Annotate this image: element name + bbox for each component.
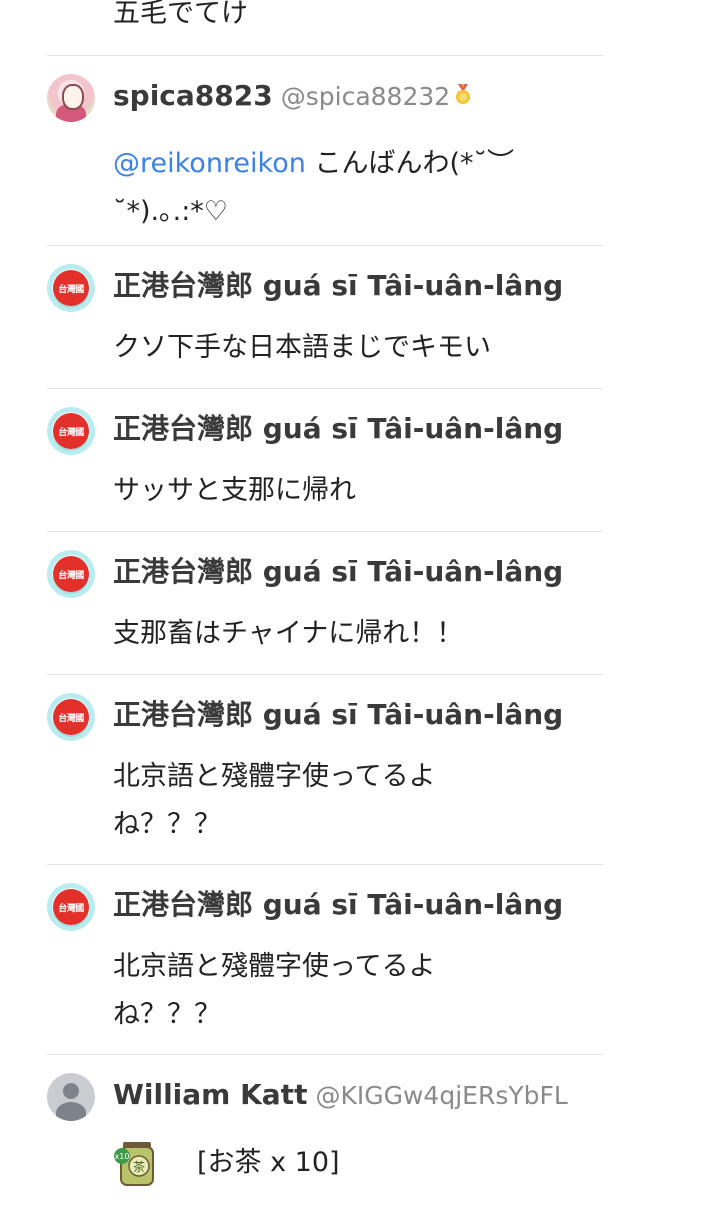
comment-item-partial: 五毛でてけ [47,0,603,56]
comment-item: 台灣國 正港台灣郎 guá sī Tâi-uân-lâng 支那畜はチャイナに帰… [47,532,603,675]
avatar-label: 台灣國 [58,427,84,438]
display-name[interactable]: 正港台灣郎 guá sī Tâi-uân-lâng [113,555,563,588]
comment-header: 正港台灣郎 guá sī Tâi-uân-lâng [113,693,603,737]
display-name[interactable]: 正港台灣郎 guá sī Tâi-uân-lâng [113,888,563,921]
avatar[interactable]: 台灣國 [47,693,95,741]
avatar-label: 台灣國 [58,570,84,581]
avatar[interactable]: 台灣國 [47,550,95,598]
comment-item: spica8823 @spica88232 @reikonreikon こんばんわ… [47,56,603,246]
comment-text: サッサと支那に帰れ [113,475,356,506]
display-name[interactable]: 正港台灣郎 guá sī Tâi-uân-lâng [113,269,563,302]
comment-header: William Katt @KIGGw4qjERsYbFL [113,1073,603,1118]
comment-header: 正港台灣郎 guá sī Tâi-uân-lâng [113,883,603,927]
display-name[interactable]: 正港台灣郎 guá sī Tâi-uân-lâng [113,412,563,445]
gift-text: [お茶 x 10] [197,1147,340,1178]
display-name[interactable]: William Katt [113,1078,307,1111]
default-avatar-icon[interactable] [47,1073,95,1121]
user-handle[interactable]: @spica88232 [281,82,450,111]
comment-text: 五毛でてけ [113,0,248,29]
comment-item: 台灣國 正港台灣郎 guá sī Tâi-uân-lâng サッサと支那に帰れ [47,389,603,532]
svg-text:茶: 茶 [133,1159,145,1174]
comment-text: クソ下手な日本語まじでキモい [113,332,491,363]
comment-item: William Katt @KIGGw4qjERsYbFL 茶 x10 [お茶 x… [47,1055,603,1215]
gift-message: 茶 x10 [お茶 x 10] [113,1137,340,1189]
comment-item: 台灣國 正港台灣郎 guá sī Tâi-uân-lâng クソ下手な日本語まじ… [47,246,603,389]
comment-header: 正港台灣郎 guá sī Tâi-uân-lâng [113,407,603,451]
comment-item: 台灣國 正港台灣郎 guá sī Tâi-uân-lâng 北京語と殘體字使って… [47,865,603,1055]
medal-badge-icon [456,84,471,104]
avatar[interactable] [47,74,95,122]
avatar[interactable]: 台灣國 [47,264,95,312]
comment-header: 正港台灣郎 guá sī Tâi-uân-lâng [113,550,603,594]
tea-gift-icon: 茶 x10 [114,1142,154,1186]
avatar-label: 台灣國 [58,284,84,295]
avatar-label: 台灣國 [58,713,84,724]
user-handle[interactable]: @KIGGw4qjERsYbFL [315,1081,567,1110]
comment-text: @reikonreikon こんばんわ(*˘︶ ˘*).｡.:*♡ [113,148,514,227]
comment-header: spica8823 @spica88232 [113,74,603,119]
mention-link[interactable]: @reikonreikon [113,148,306,179]
gift-count-badge: x10 [115,1152,130,1161]
comment-text: 北京語と殘體字使ってるよ ね？？？ [113,951,436,1030]
display-name[interactable]: 正港台灣郎 guá sī Tâi-uân-lâng [113,698,563,731]
comment-feed: 五毛でてけ spica8823 @spica88232 @reikonreikon… [47,0,603,1215]
display-name[interactable]: spica8823 [113,79,273,112]
avatar-label: 台灣國 [58,903,84,914]
comment-text: 支那畜はチャイナに帰れ！！ [113,618,464,649]
comment-header: 正港台灣郎 guá sī Tâi-uân-lâng [113,264,603,308]
comment-text: 北京語と殘體字使ってるよ ね？？？ [113,761,436,840]
avatar[interactable]: 台灣國 [47,407,95,455]
avatar[interactable]: 台灣國 [47,883,95,931]
comment-item: 台灣國 正港台灣郎 guá sī Tâi-uân-lâng 北京語と殘體字使って… [47,675,603,865]
